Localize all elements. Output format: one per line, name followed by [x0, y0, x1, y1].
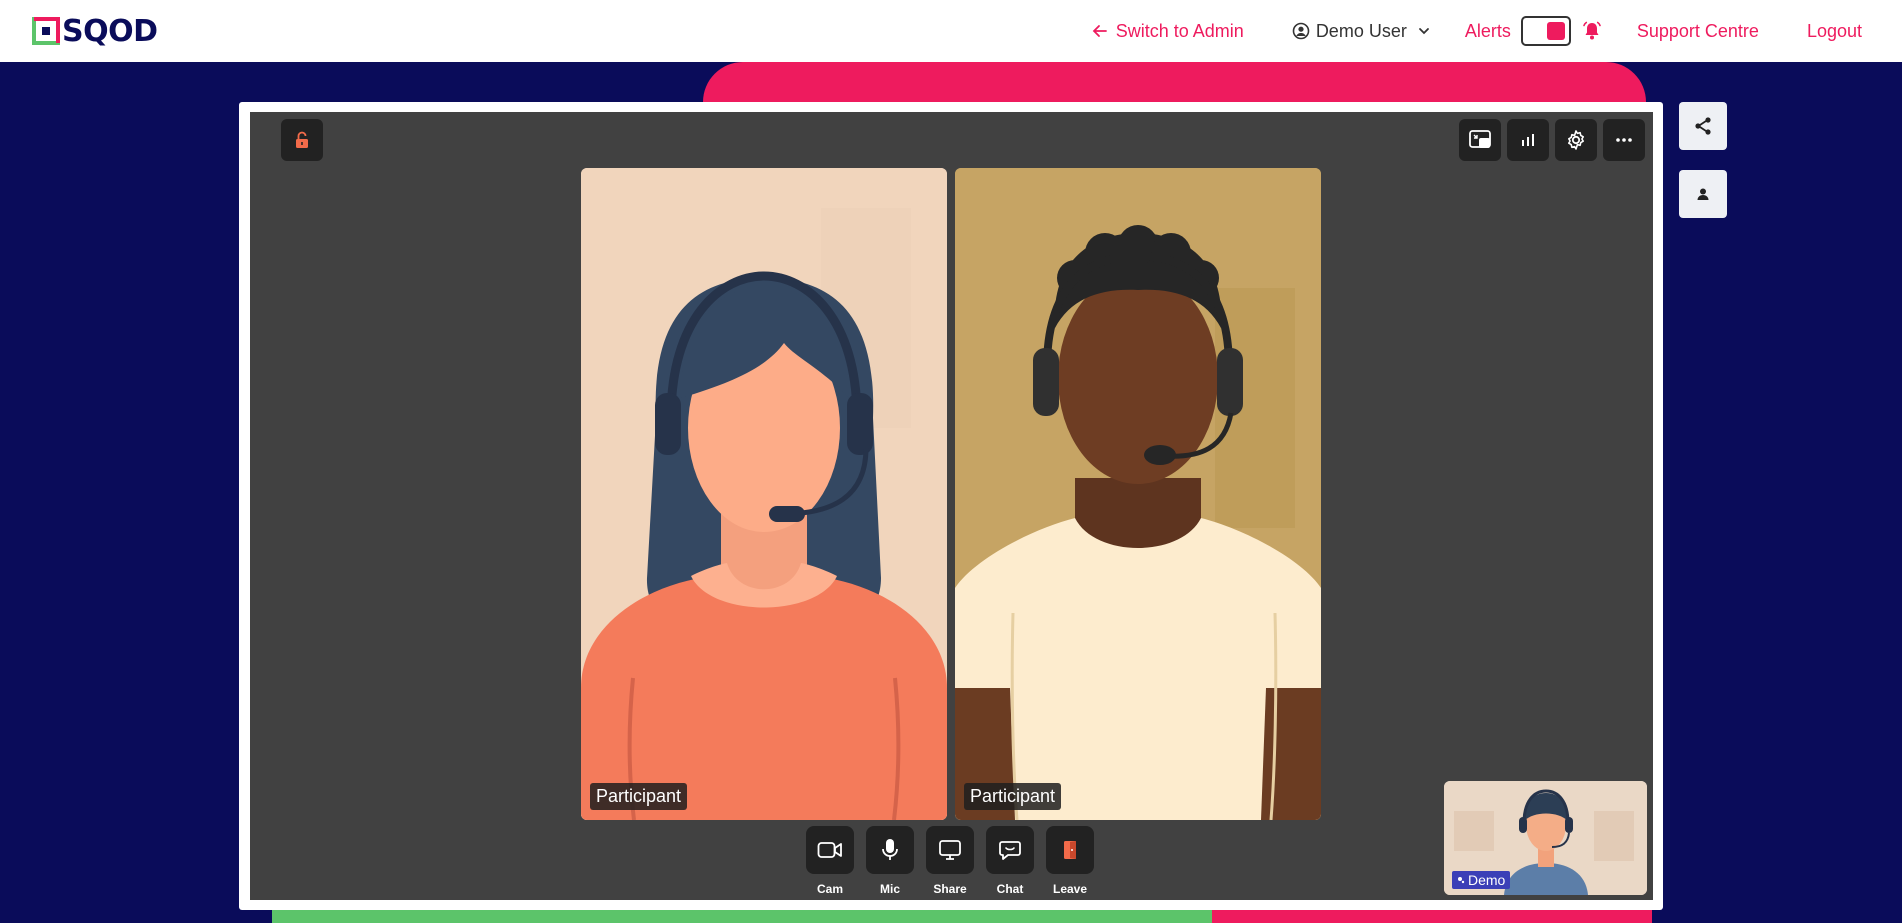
share-screen-button[interactable]	[926, 826, 974, 874]
participant-name-label: Participant	[590, 783, 688, 810]
leave-door-icon	[1064, 841, 1076, 859]
user-name: Demo User	[1315, 20, 1407, 41]
camera-icon	[817, 842, 842, 858]
cam-label: Cam	[816, 882, 843, 896]
participant-tile[interactable]: Participant	[955, 168, 1321, 820]
sparkle-icon	[1458, 877, 1465, 884]
alerts-toggle-knob	[1546, 22, 1565, 40]
chat-button[interactable]	[986, 826, 1034, 874]
alerts-control: Alerts	[1465, 16, 1603, 46]
chat-control[interactable]: Chat	[986, 826, 1034, 896]
settings-gear-icon	[1568, 130, 1584, 150]
more-icon	[1616, 138, 1632, 142]
chevron-down-icon	[1418, 28, 1429, 35]
self-view-label: Demo	[1452, 871, 1511, 889]
mic-label: Mic	[879, 882, 900, 896]
participant-avatar-illustration	[581, 168, 947, 820]
cam-button[interactable]	[806, 826, 854, 874]
share-link-button[interactable]	[1679, 102, 1727, 150]
nav-links: Switch to Admin Demo User Alerts Support…	[1092, 0, 1862, 62]
switch-to-admin-label: Switch to Admin	[1115, 20, 1244, 41]
logout-link[interactable]: Logout	[1807, 21, 1862, 42]
alerts-label: Alerts	[1464, 20, 1511, 41]
more-options-button[interactable]	[1603, 119, 1645, 161]
self-view-tile[interactable]: Demo	[1444, 781, 1647, 895]
chat-icon	[999, 841, 1021, 860]
share-icon	[1695, 117, 1711, 135]
participant-avatar-illustration	[955, 168, 1321, 820]
layout-button[interactable]	[1459, 119, 1501, 161]
background-pink-arc	[703, 62, 1646, 102]
stats-button[interactable]	[1507, 119, 1549, 161]
video-stage	[250, 112, 1653, 900]
leave-button[interactable]	[1046, 826, 1094, 874]
cam-control[interactable]: Cam	[806, 826, 854, 896]
support-centre-link[interactable]: Support Centre	[1637, 21, 1759, 42]
logo-mark-icon	[32, 17, 60, 45]
share-label: Share	[933, 882, 967, 896]
participants-button[interactable]	[1679, 170, 1727, 218]
user-circle-icon	[1292, 22, 1310, 40]
top-navigation-bar: SQOD Switch to Admin Demo User Alerts Su…	[0, 0, 1902, 62]
mic-button[interactable]	[866, 826, 914, 874]
bell-ringing-icon[interactable]	[1581, 20, 1603, 42]
layout-icon	[1469, 130, 1491, 148]
microphone-icon	[882, 839, 898, 860]
screen-share-icon	[939, 840, 961, 860]
participant-name-label: Participant	[964, 783, 1062, 810]
call-controls: Cam Mic Share Chat Leave	[806, 826, 1094, 896]
unlock-icon	[296, 131, 308, 148]
self-view-name: Demo	[1468, 872, 1506, 888]
stats-icon	[1522, 134, 1534, 146]
mic-control[interactable]: Mic	[866, 826, 914, 896]
alerts-toggle[interactable]	[1520, 16, 1571, 46]
user-menu[interactable]: Demo User	[1292, 21, 1431, 42]
logo[interactable]: SQOD	[32, 13, 158, 49]
arrow-left-icon	[1092, 25, 1107, 37]
settings-button[interactable]	[1555, 119, 1597, 161]
person-icon	[1697, 188, 1709, 200]
participant-tile[interactable]: Participant	[581, 168, 947, 820]
unlock-button[interactable]	[281, 119, 323, 161]
leave-label: Leave	[1052, 882, 1088, 896]
logo-text: SQOD	[62, 13, 158, 49]
leave-control[interactable]: Leave	[1046, 826, 1094, 896]
chat-label: Chat	[996, 882, 1024, 896]
switch-to-admin-link[interactable]: Switch to Admin	[1092, 21, 1244, 42]
share-control[interactable]: Share	[926, 826, 974, 896]
